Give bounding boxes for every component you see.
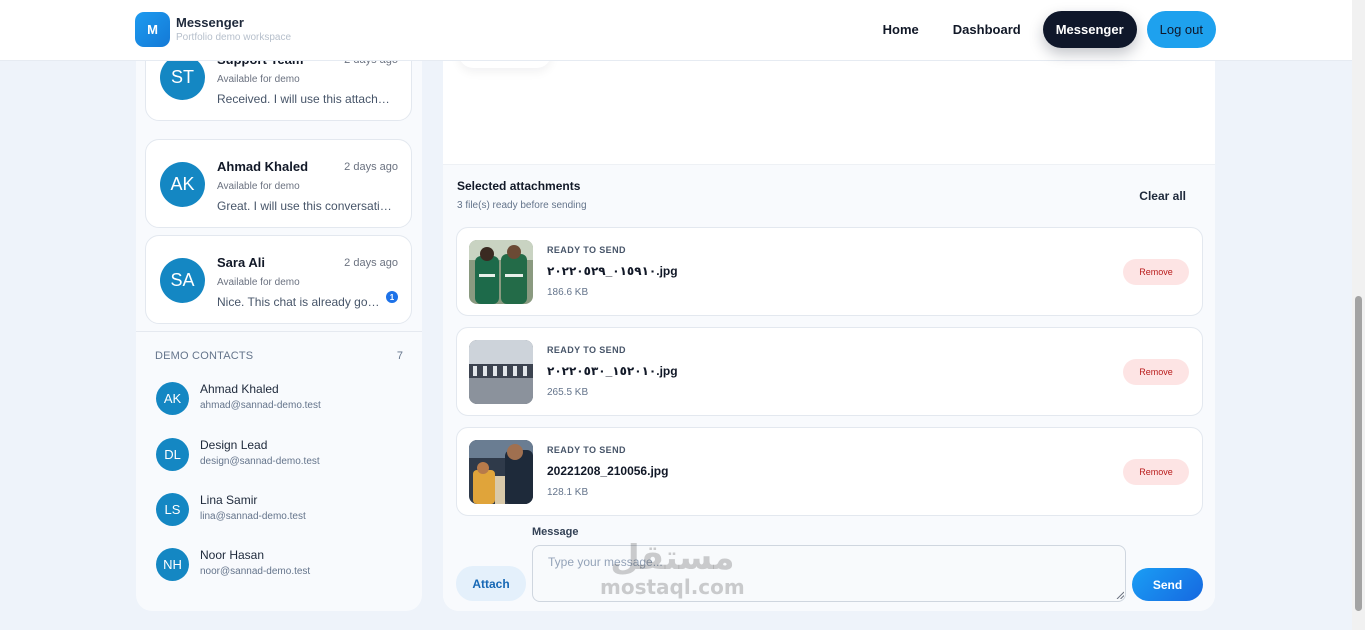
conversation-status: Available for demo (217, 277, 300, 288)
contact-name: Ahmad Khaled (200, 382, 279, 396)
attachment-size: 265.5 KB (547, 387, 589, 398)
brand[interactable]: M Messenger Portfolio demo workspace (135, 12, 291, 47)
brand-text: Messenger Portfolio demo workspace (176, 15, 291, 44)
attachment-filename: ٠١٥٩١٠_٢٠٢٢٠٥٢٩.jpg (547, 264, 678, 278)
attachment-thumbnail (469, 440, 533, 504)
contact-item[interactable]: DL Design Lead design@sannad-demo.test (156, 438, 406, 478)
avatar: SA (160, 258, 205, 303)
attachment-card: READY TO SEND ٠١٥٩١٠_٢٠٢٢٠٥٢٩.jpg 186.6 … (456, 227, 1203, 316)
attachment-status: READY TO SEND (547, 245, 626, 255)
conversation-preview: Received. I will use this attachment in … (217, 92, 395, 106)
contact-name: Lina Samir (200, 493, 258, 507)
conversation-name: Ahmad Khaled (217, 159, 309, 174)
conversation-time: 2 days ago (344, 161, 398, 173)
conversation-name: Sara Ali (217, 255, 265, 270)
clear-all-button[interactable]: Clear all (1139, 189, 1186, 203)
contacts-count: 7 (396, 350, 403, 362)
chat-panel: Selected attachments 3 file(s) ready bef… (443, 40, 1215, 611)
conversation-preview: Nice. This chat is already good for the … (217, 295, 382, 309)
top-navigation-bar: M Messenger Portfolio demo workspace Hom… (0, 0, 1352, 61)
conversation-preview: Great. I will use this conversation for … (217, 199, 395, 213)
brand-subtitle: Portfolio demo workspace (176, 32, 292, 43)
remove-attachment-button[interactable]: Remove (1123, 259, 1189, 285)
selected-attachments-section: Selected attachments 3 file(s) ready bef… (443, 164, 1215, 611)
main-nav: Home Dashboard Messenger Log out (871, 11, 1216, 48)
conversation-status: Available for demo (217, 74, 300, 85)
sidebar-divider (136, 331, 422, 332)
avatar: LS (156, 493, 189, 526)
attach-button[interactable]: Attach (456, 566, 526, 601)
attachment-status: READY TO SEND (547, 445, 626, 455)
attachment-filename: ١٥٢٠١٠_٢٠٢٢٠٥٣٠.jpg (547, 364, 678, 378)
message-input[interactable] (532, 545, 1126, 602)
nav-messenger-link[interactable]: Messenger (1042, 11, 1137, 48)
avatar: AK (156, 382, 189, 415)
remove-attachment-button[interactable]: Remove (1123, 459, 1189, 485)
unread-badge: 1 (386, 291, 398, 303)
contacts-heading: DEMO CONTACTS (155, 350, 254, 362)
attachment-size: 128.1 KB (547, 487, 589, 498)
contact-name: Noor Hasan (200, 548, 265, 562)
scrollbar-thumb[interactable] (1355, 296, 1362, 611)
attachment-card: READY TO SEND 20221208_210056.jpg 128.1 … (456, 427, 1203, 516)
attachment-thumbnail (469, 340, 533, 404)
contact-item[interactable]: NH Noor Hasan noor@sannad-demo.test (156, 548, 406, 588)
conversation-sidebar: ST Support Team 2 days ago Available for… (136, 40, 422, 611)
nav-home-link[interactable]: Home (871, 11, 931, 48)
logout-button[interactable]: Log out (1146, 11, 1216, 48)
attachment-filename: 20221208_210056.jpg (547, 464, 669, 478)
attachment-card: READY TO SEND ١٥٢٠١٠_٢٠٢٢٠٥٣٠.jpg 265.5 … (456, 327, 1203, 416)
contact-email: design@sannad-demo.test (200, 456, 320, 467)
avatar: ST (160, 55, 205, 100)
contact-email: ahmad@sannad-demo.test (200, 400, 321, 411)
avatar: DL (156, 438, 189, 471)
attachment-status: READY TO SEND (547, 345, 626, 355)
avatar: NH (156, 548, 189, 581)
avatar: AK (160, 162, 205, 207)
brand-title: Messenger (176, 15, 244, 30)
resize-handle-icon[interactable] (1116, 591, 1124, 599)
contact-email: lina@sannad-demo.test (200, 511, 306, 522)
contact-item[interactable]: AK Ahmad Khaled ahmad@sannad-demo.test (156, 382, 406, 422)
contact-email: noor@sannad-demo.test (200, 566, 311, 577)
page-scrollbar[interactable] (1352, 0, 1365, 630)
conversation-status: Available for demo (217, 181, 300, 192)
attachment-size: 186.6 KB (547, 287, 589, 298)
attachment-thumbnail (469, 240, 533, 304)
nav-dashboard-link[interactable]: Dashboard (941, 11, 1033, 48)
contact-name: Design Lead (200, 438, 268, 452)
remove-attachment-button[interactable]: Remove (1123, 359, 1189, 385)
attachments-subtitle: 3 file(s) ready before sending (457, 200, 587, 211)
conversation-item-ahmad-khaled[interactable]: AK Ahmad Khaled 2 days ago Available for… (145, 139, 412, 228)
conversation-item-sara-ali[interactable]: SA Sara Ali 2 days ago Available for dem… (145, 235, 412, 324)
brand-logo: M (135, 12, 170, 47)
send-button[interactable]: Send (1132, 568, 1203, 601)
conversation-time: 2 days ago (344, 257, 398, 269)
contact-item[interactable]: LS Lina Samir lina@sannad-demo.test (156, 493, 406, 533)
attachments-title: Selected attachments (457, 179, 581, 193)
message-label: Message (532, 526, 579, 538)
